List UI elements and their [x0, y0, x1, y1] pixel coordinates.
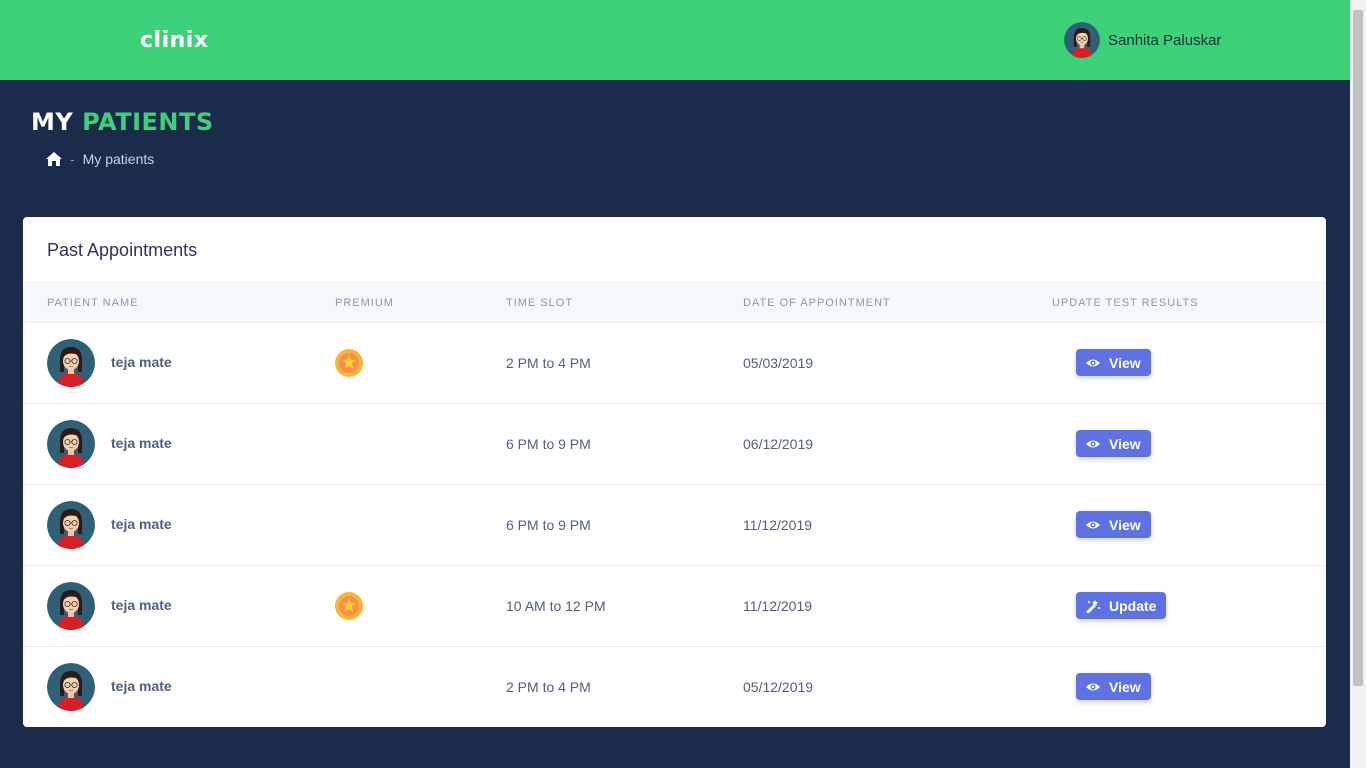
appointment-date: 05/03/2019 — [743, 355, 814, 371]
eye-icon — [1086, 359, 1100, 366]
appointment-date: 11/12/2019 — [743, 517, 813, 533]
page-title-accent: PATIENTS — [82, 108, 214, 136]
button-label: View — [1109, 516, 1141, 533]
time-slot: 6 PM to 9 PM — [506, 517, 591, 533]
magic-wand-icon — [1086, 599, 1100, 613]
table-header: PATIENT NAME PREMIUM TIME SLOT DATE OF A… — [23, 282, 1326, 323]
appointment-date: 06/12/2019 — [743, 436, 814, 452]
column-header-update-results: UPDATE TEST RESULTS — [1052, 297, 1199, 309]
view-button[interactable]: View — [1076, 673, 1151, 700]
table-row: teja mate 6 PM to 9 PM 11/12/2019 View — [23, 485, 1326, 566]
premium-badge-icon — [335, 349, 363, 382]
table-row: teja mate 10 AM to 12 PM 11/12/2019 Update — [23, 566, 1326, 647]
button-label: View — [1109, 678, 1141, 695]
patient-name[interactable]: teja mate — [111, 597, 172, 613]
appointment-date: 05/12/2019 — [743, 679, 814, 695]
button-label: Update — [1109, 597, 1157, 614]
button-label: View — [1109, 354, 1141, 371]
vertical-scrollbar[interactable] — [1350, 0, 1366, 768]
breadcrumb: - My patients — [46, 150, 154, 168]
table-row: teja mate 2 PM to 4 PM 05/03/2019 View — [23, 323, 1326, 404]
card-title: Past Appointments — [47, 240, 198, 260]
table-row: teja mate 6 PM to 9 PM 06/12/2019 View — [23, 404, 1326, 485]
eye-icon — [1086, 440, 1100, 447]
button-label: View — [1109, 435, 1141, 452]
time-slot: 6 PM to 9 PM — [506, 436, 591, 452]
update-button[interactable]: Update — [1076, 592, 1167, 619]
clinix-logo[interactable]: clinix — [140, 28, 209, 53]
time-slot: 2 PM to 4 PM — [506, 355, 591, 371]
table-row: teja mate 2 PM to 4 PM 05/12/2019 View — [23, 647, 1326, 727]
page-title: MY PATIENTS — [31, 108, 214, 136]
view-button[interactable]: View — [1076, 430, 1151, 457]
eye-icon — [1086, 521, 1100, 528]
view-button[interactable]: View — [1076, 349, 1151, 376]
user-avatar — [1064, 22, 1100, 58]
patient-avatar — [47, 420, 95, 468]
home-icon[interactable] — [46, 152, 62, 166]
page-title-prefix: MY — [31, 108, 74, 136]
scrollbar-thumb[interactable] — [1353, 10, 1363, 686]
column-header-premium: PREMIUM — [335, 297, 394, 309]
eye-icon — [1086, 683, 1100, 690]
user-name: Sanhita Paluskar — [1108, 31, 1222, 49]
patient-name[interactable]: teja mate — [111, 516, 172, 532]
patient-name[interactable]: teja mate — [111, 678, 172, 694]
patient-avatar — [47, 582, 95, 630]
column-header-date: DATE OF APPOINTMENT — [743, 297, 891, 309]
appointment-date: 11/12/2019 — [743, 598, 813, 614]
breadcrumb-current: My patients — [82, 151, 155, 167]
past-appointments-card: Past Appointments PATIENT NAME PREMIUM T… — [23, 217, 1326, 727]
patient-avatar — [47, 339, 95, 387]
time-slot: 10 AM to 12 PM — [506, 598, 606, 614]
breadcrumb-separator: - — [70, 151, 75, 167]
patient-avatar — [47, 663, 95, 711]
premium-badge-icon — [335, 592, 363, 625]
patient-name[interactable]: teja mate — [111, 435, 172, 451]
time-slot: 2 PM to 4 PM — [506, 679, 591, 695]
view-button[interactable]: View — [1076, 511, 1151, 538]
column-header-time-slot: TIME SLOT — [506, 297, 574, 309]
patient-name[interactable]: teja mate — [111, 354, 172, 370]
patient-avatar — [47, 501, 95, 549]
top-navbar: clinix Sanhita Paluskar — [0, 0, 1350, 80]
column-header-patient-name: PATIENT NAME — [47, 297, 139, 309]
user-menu[interactable]: Sanhita Paluskar — [1064, 22, 1221, 58]
